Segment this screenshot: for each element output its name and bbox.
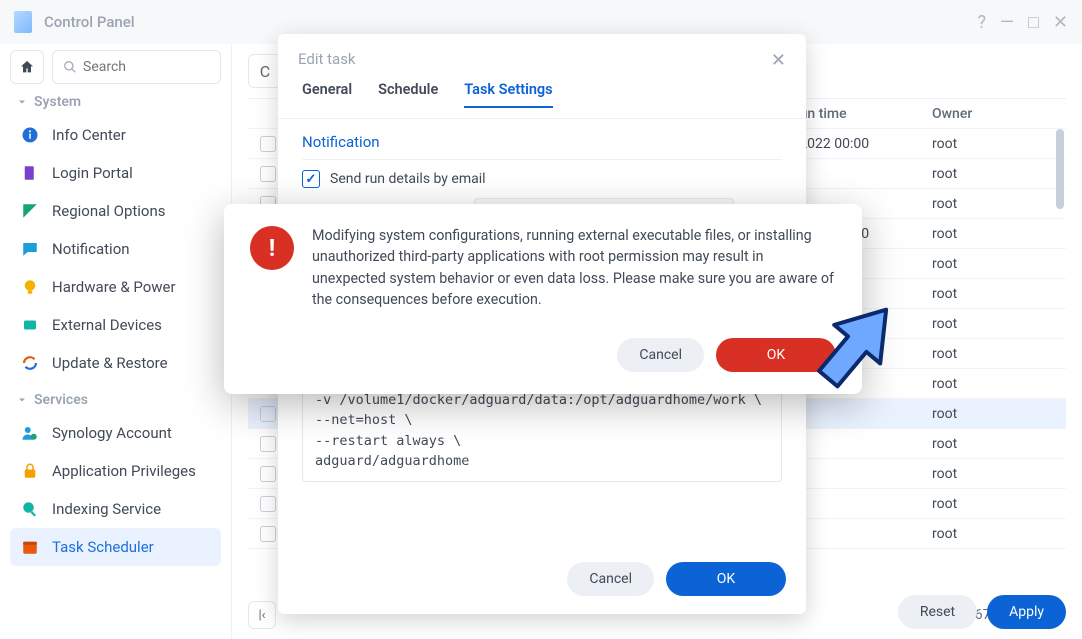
lock-icon bbox=[20, 461, 40, 481]
dialog-title: Edit task bbox=[298, 50, 356, 71]
sidebar-item-hardware-power[interactable]: Hardware & Power bbox=[10, 268, 221, 306]
sidebar-item-label: Task Scheduler bbox=[52, 538, 154, 556]
sidebar-item-label: Info Center bbox=[52, 126, 126, 144]
section-label: Services bbox=[34, 392, 88, 408]
sidebar-item-label: External Devices bbox=[52, 316, 162, 334]
script-textarea[interactable]: -v /volume1/docker/adguard/data:/opt/adg… bbox=[302, 379, 782, 482]
sidebar-item-info-center[interactable]: Info Center bbox=[10, 116, 221, 154]
warn-ok-button[interactable]: OK bbox=[716, 338, 836, 372]
door-icon bbox=[20, 163, 40, 183]
cell-owner: root bbox=[932, 166, 1062, 182]
usb-icon bbox=[20, 315, 40, 335]
sidebar-item-label: Regional Options bbox=[52, 202, 166, 220]
cell-owner: root bbox=[932, 286, 1062, 302]
sidebar-item-synology-account[interactable]: Synology Account bbox=[10, 414, 221, 452]
search-box[interactable] bbox=[52, 50, 221, 84]
section-system[interactable]: System bbox=[16, 94, 215, 110]
info-icon bbox=[20, 125, 40, 145]
divider bbox=[302, 159, 782, 160]
row-checkbox[interactable] bbox=[260, 466, 276, 482]
bulb-icon bbox=[20, 277, 40, 297]
sidebar-item-label: Update & Restore bbox=[52, 354, 168, 372]
warning-text: Modifying system configurations, running… bbox=[312, 226, 836, 312]
scrollbar-thumb[interactable] bbox=[1056, 129, 1064, 209]
sidebar-item-label: Hardware & Power bbox=[52, 278, 176, 296]
col-owner[interactable]: Owner bbox=[932, 106, 1062, 122]
reset-button[interactable]: Reset bbox=[898, 595, 977, 629]
chat-icon bbox=[20, 239, 40, 259]
search-icon bbox=[63, 60, 77, 74]
sidebar-item-notification[interactable]: Notification bbox=[10, 230, 221, 268]
sidebar-item-indexing-service[interactable]: Indexing Service bbox=[10, 490, 221, 528]
cell-owner: root bbox=[932, 496, 1062, 512]
sidebar-item-label: Application Privileges bbox=[52, 462, 196, 480]
row-checkbox[interactable] bbox=[260, 436, 276, 452]
sidebar-item-external-devices[interactable]: External Devices bbox=[10, 306, 221, 344]
edit-ok-button[interactable]: OK bbox=[666, 562, 786, 596]
minimize-icon[interactable]: ― bbox=[1000, 12, 1014, 33]
row-checkbox[interactable] bbox=[260, 496, 276, 512]
cell-owner: root bbox=[932, 256, 1062, 272]
row-checkbox[interactable] bbox=[260, 136, 276, 152]
pagination-button[interactable]: |‹ bbox=[248, 601, 276, 629]
warning-icon: ! bbox=[250, 226, 294, 270]
cell-owner: root bbox=[932, 526, 1062, 542]
send-email-label: Send run details by email bbox=[330, 171, 486, 187]
sidebar-item-label: Indexing Service bbox=[52, 500, 161, 518]
sidebar-item-login-portal[interactable]: Login Portal bbox=[10, 154, 221, 192]
row-checkbox[interactable] bbox=[260, 526, 276, 542]
sidebar-item-application-privileges[interactable]: Application Privileges bbox=[10, 452, 221, 490]
send-email-checkbox[interactable]: ✓ bbox=[302, 170, 320, 188]
chevron-down-icon bbox=[16, 96, 28, 108]
section-services[interactable]: Services bbox=[16, 392, 215, 408]
edit-cancel-button[interactable]: Cancel bbox=[567, 562, 654, 596]
sync-icon bbox=[20, 353, 40, 373]
tab-schedule[interactable]: Schedule bbox=[378, 81, 438, 108]
chevron-down-icon bbox=[16, 394, 28, 406]
cell-owner: root bbox=[932, 436, 1062, 452]
toolbar-button[interactable]: C bbox=[248, 54, 282, 88]
window-title: Control Panel bbox=[44, 13, 977, 31]
cell-owner: root bbox=[932, 196, 1062, 212]
cell-owner: root bbox=[932, 226, 1062, 242]
sidebar-item-update-restore[interactable]: Update & Restore bbox=[10, 344, 221, 382]
dialog-close-icon[interactable]: ✕ bbox=[771, 50, 786, 71]
row-checkbox[interactable] bbox=[260, 166, 276, 182]
home-icon bbox=[19, 59, 35, 75]
sidebar-item-label: Notification bbox=[52, 240, 130, 258]
cell-owner: root bbox=[932, 376, 1062, 392]
home-button[interactable] bbox=[10, 50, 44, 84]
warn-cancel-button[interactable]: Cancel bbox=[617, 338, 704, 372]
close-icon[interactable]: ✕ bbox=[1053, 12, 1068, 33]
section-label: System bbox=[34, 94, 81, 110]
maximize-icon[interactable]: □ bbox=[1028, 12, 1039, 33]
sidebar-item-label: Login Portal bbox=[52, 164, 133, 182]
cell-owner: root bbox=[932, 136, 1062, 152]
search-doc-icon bbox=[20, 499, 40, 519]
search-input[interactable] bbox=[83, 59, 210, 75]
tab-task-settings[interactable]: Task Settings bbox=[464, 81, 552, 108]
sidebar-item-task-scheduler[interactable]: Task Scheduler bbox=[10, 528, 221, 566]
app-icon bbox=[14, 11, 32, 33]
tab-general[interactable]: General bbox=[302, 81, 352, 108]
globe-icon bbox=[20, 201, 40, 221]
notification-heading: Notification bbox=[302, 133, 782, 151]
sidebar-item-regional[interactable]: Regional Options bbox=[10, 192, 221, 230]
cell-owner: root bbox=[932, 406, 1062, 422]
warning-dialog: ! Modifying system configurations, runni… bbox=[224, 204, 862, 394]
cell-owner: root bbox=[932, 346, 1062, 362]
apply-button[interactable]: Apply bbox=[987, 595, 1066, 629]
help-icon[interactable]: ? bbox=[977, 12, 986, 33]
row-checkbox[interactable] bbox=[260, 406, 276, 422]
cell-owner: root bbox=[932, 466, 1062, 482]
sidebar-item-label: Synology Account bbox=[52, 424, 172, 442]
calendar-icon bbox=[20, 537, 40, 557]
cell-owner: root bbox=[932, 316, 1062, 332]
sidebar: System Info Center Login Portal Regional… bbox=[0, 44, 232, 639]
user-icon bbox=[20, 423, 40, 443]
